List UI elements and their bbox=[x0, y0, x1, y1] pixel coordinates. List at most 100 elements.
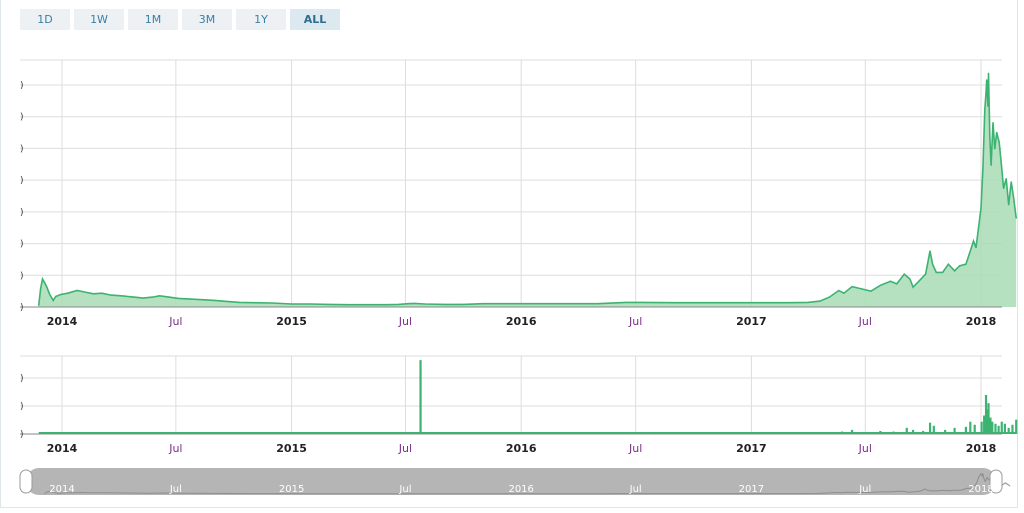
price-point bbox=[214, 299, 216, 301]
x-tick-label: Jul bbox=[858, 315, 872, 328]
vol-x-tick-label: 2014 bbox=[47, 442, 78, 455]
volume-y-axis: ))) bbox=[20, 374, 24, 440]
price-point bbox=[43, 281, 46, 283]
price-point bbox=[55, 295, 57, 298]
x-tick-label: 2017 bbox=[736, 315, 767, 328]
price-point bbox=[520, 303, 522, 305]
price-point bbox=[291, 303, 293, 305]
price-point bbox=[462, 303, 464, 305]
price-point bbox=[889, 280, 892, 282]
price-point bbox=[828, 296, 831, 298]
price-point bbox=[989, 135, 991, 137]
price-point bbox=[407, 303, 409, 305]
navigator-tick-label: 2015 bbox=[279, 484, 304, 495]
price-point bbox=[482, 303, 484, 305]
price-point bbox=[998, 141, 1000, 143]
price-point bbox=[851, 286, 853, 288]
navigator-handle-left[interactable] bbox=[19, 469, 33, 494]
price-point bbox=[959, 265, 961, 267]
price-point bbox=[896, 283, 898, 285]
price-point bbox=[918, 280, 921, 282]
price-point bbox=[397, 303, 400, 305]
price-point bbox=[142, 297, 144, 299]
navigator-tick-label: Jul bbox=[858, 484, 871, 495]
price-point bbox=[932, 263, 934, 265]
y-tick-label: ) bbox=[20, 303, 24, 313]
price-area-series bbox=[20, 72, 1017, 308]
price-point bbox=[252, 302, 254, 304]
navigator-tick-label: Jul bbox=[398, 484, 411, 495]
price-point bbox=[558, 303, 560, 305]
navigator-tick-label: 2018 bbox=[968, 484, 993, 495]
price-point bbox=[386, 304, 388, 306]
y-tick-label: ) bbox=[20, 81, 24, 91]
price-point bbox=[975, 247, 977, 249]
price-point bbox=[347, 304, 349, 306]
y-tick-label: ) bbox=[20, 176, 24, 186]
volume-bar-series bbox=[20, 360, 1018, 435]
price-point bbox=[909, 278, 911, 280]
price-point bbox=[870, 290, 872, 292]
price-point bbox=[41, 278, 44, 280]
vol-y-tick-label: ) bbox=[20, 402, 24, 412]
price-point bbox=[994, 148, 996, 150]
price-point bbox=[807, 301, 809, 303]
navigator-tick-label: Jul bbox=[629, 484, 642, 495]
price-point bbox=[987, 72, 990, 74]
price-point bbox=[1005, 178, 1007, 180]
price-point bbox=[40, 288, 42, 290]
price-point bbox=[787, 302, 790, 304]
y-tick-label: ) bbox=[20, 271, 24, 281]
price-point bbox=[992, 122, 994, 124]
price-point bbox=[46, 286, 48, 288]
price-line bbox=[37, 73, 1017, 306]
price-x-axis: 2014 Jul 2015 Jul 2016 Jul 2017 Jul 2018 bbox=[47, 315, 997, 328]
price-point bbox=[1003, 187, 1005, 189]
price-point bbox=[977, 227, 980, 229]
y-tick-label: ) bbox=[20, 240, 24, 250]
price-point bbox=[903, 273, 905, 275]
price-point bbox=[712, 302, 714, 304]
vol-x-tick-label: 2015 bbox=[276, 442, 307, 455]
price-point bbox=[52, 299, 54, 301]
price-point bbox=[226, 300, 228, 302]
price-point bbox=[110, 294, 112, 296]
price-point bbox=[954, 270, 956, 272]
price-point bbox=[750, 302, 753, 304]
price-point bbox=[625, 301, 627, 303]
price-point bbox=[982, 168, 984, 170]
price-point bbox=[424, 303, 426, 305]
price-point bbox=[310, 303, 312, 305]
price-point bbox=[996, 131, 998, 134]
vol-x-tick-label: Jul bbox=[398, 442, 412, 455]
vol-x-tick-label: 2018 bbox=[966, 442, 997, 455]
price-point bbox=[443, 303, 445, 305]
main-gridlines bbox=[20, 59, 1002, 308]
price-point bbox=[925, 273, 927, 275]
x-tick-label: 2016 bbox=[506, 315, 537, 328]
vol-x-tick-label: 2016 bbox=[506, 442, 537, 455]
vol-x-tick-label: Jul bbox=[168, 442, 182, 455]
price-point bbox=[674, 302, 676, 304]
price-point bbox=[366, 304, 368, 306]
volume-x-axis: 2014 Jul 2015 Jul 2016 Jul 2017 Jul 2018 bbox=[47, 442, 997, 455]
price-point bbox=[101, 292, 103, 294]
navigator[interactable]: 2014 Jul 2015 Jul 2016 Jul 2017 Jul 2018 bbox=[19, 468, 1011, 495]
x-tick-label: 2015 bbox=[276, 315, 307, 328]
x-tick-label: Jul bbox=[628, 315, 642, 328]
vol-x-tick-label: Jul bbox=[858, 442, 872, 455]
price-point bbox=[990, 164, 992, 166]
vol-x-tick-label: 2017 bbox=[736, 442, 767, 455]
price-point bbox=[969, 250, 971, 252]
price-point bbox=[1008, 204, 1010, 206]
price-point bbox=[1013, 197, 1015, 199]
price-point bbox=[985, 92, 987, 94]
price-area-fill bbox=[38, 73, 1017, 307]
price-point bbox=[177, 297, 179, 299]
price-point bbox=[38, 304, 40, 306]
price-point bbox=[67, 292, 69, 294]
price-point bbox=[271, 302, 273, 304]
price-point bbox=[935, 271, 937, 273]
price-point bbox=[986, 79, 988, 81]
price-point bbox=[76, 289, 78, 292]
